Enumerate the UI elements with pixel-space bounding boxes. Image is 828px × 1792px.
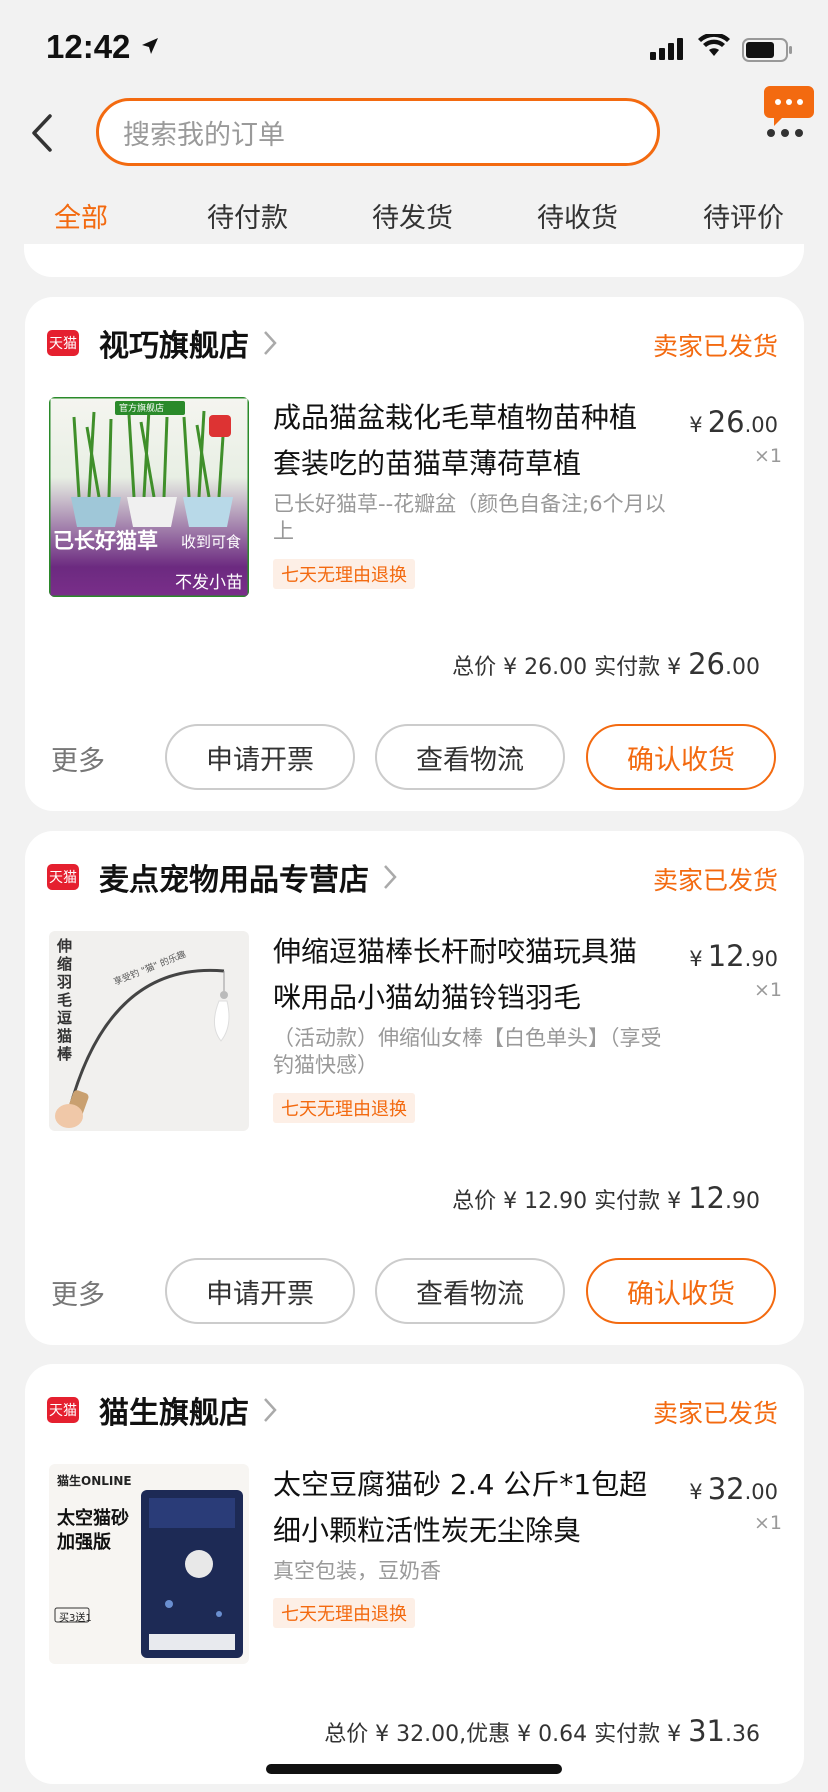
tab-pending-review[interactable]: 待评价 xyxy=(703,196,784,235)
cat-litter-bag-illustration xyxy=(54,1490,243,1658)
request-invoice-button[interactable]: 申请开票 xyxy=(165,1258,355,1324)
product-image[interactable]: 官方旗舰店 已长好猫草 收到可食 不发小苗 xyxy=(49,397,249,597)
view-logistics-button[interactable]: 查看物流 xyxy=(375,1258,565,1324)
confirm-receipt-button[interactable]: 确认收货 xyxy=(586,724,776,790)
product-quantity: ×1 xyxy=(753,979,782,1001)
cellular-signal-icon xyxy=(650,38,683,60)
view-logistics-button[interactable]: 查看物流 xyxy=(375,724,565,790)
product-price: ¥ 12.90 xyxy=(689,939,778,973)
wifi-icon xyxy=(698,34,730,56)
product-price: ¥ 32.00 xyxy=(689,1472,778,1506)
order-card: 天猫 视巧旗舰店 卖家已发货 官方旗舰店 已长好猫草 收到可食 不发小苗 成品猫… xyxy=(25,297,804,811)
tab-pending-shipment[interactable]: 待发货 xyxy=(372,196,453,235)
product-image[interactable]: 伸缩羽毛逗猫棒 享受钓 "猫" 的乐趣 xyxy=(49,931,249,1131)
thumb-sub-text: 收到可食 xyxy=(181,533,242,551)
previous-order-card-bottom xyxy=(24,244,804,277)
shop-link[interactable]: 天猫 猫生旗舰店 xyxy=(47,1390,277,1431)
tab-pending-payment[interactable]: 待付款 xyxy=(207,196,288,235)
tab-all[interactable]: 全部 xyxy=(54,196,108,235)
product-image[interactable]: 猫生ONLINE 太空猫砂 加强版 买3送1 xyxy=(49,1464,249,1664)
shop-name: 视巧旗舰店 xyxy=(99,329,249,364)
thumb-subtitle-text: 加强版 xyxy=(57,1532,111,1553)
product-spec: 真空包装，豆奶香 xyxy=(273,1559,441,1583)
cat-grass-illustration xyxy=(49,397,249,597)
location-arrow-icon xyxy=(142,38,158,54)
thumb-promo-text: 买3送1 xyxy=(59,1613,92,1624)
product-quantity: ×1 xyxy=(753,1512,782,1534)
return-policy-tag: 七天无理由退换 xyxy=(273,1598,415,1628)
more-dots-icon[interactable] xyxy=(766,128,804,138)
home-indicator[interactable] xyxy=(266,1764,562,1774)
order-status: 卖家已发货 xyxy=(652,332,778,361)
product-quantity: ×1 xyxy=(753,445,782,467)
thumb-brand-text: 猫生ONLINE xyxy=(57,1474,132,1488)
order-search-input[interactable]: 搜索我的订单 xyxy=(96,98,660,166)
thumb-title-text: 太空猫砂 xyxy=(57,1508,129,1529)
shop-link[interactable]: 天猫 麦点宠物用品专营店 xyxy=(47,857,397,898)
order-card: 天猫 麦点宠物用品专营店 卖家已发货 伸缩羽毛逗猫棒 享受钓 "猫" 的乐趣 伸… xyxy=(25,831,804,1345)
shop-link[interactable]: 天猫 视巧旗舰店 xyxy=(47,323,277,364)
product-spec: （活动款）伸缩仙女棒【白色单头】（享受钓猫快感） xyxy=(273,1026,662,1077)
message-bubble-icon[interactable] xyxy=(764,86,814,128)
shop-name: 麦点宠物用品专营店 xyxy=(99,863,369,898)
order-total: 总价 ¥ 12.90 实付款 ¥ 12.90 xyxy=(452,1181,760,1215)
product-title[interactable]: 伸缩逗猫棒长杆耐咬猫玩具猫咪用品小猫幼猫铃铛羽毛 xyxy=(273,929,663,1021)
tab-pending-receipt[interactable]: 待收货 xyxy=(537,196,618,235)
product-price: ¥ 26.00 xyxy=(689,405,778,439)
more-actions-link[interactable]: 更多 xyxy=(51,739,105,778)
return-policy-tag: 七天无理由退换 xyxy=(273,559,415,589)
order-status: 卖家已发货 xyxy=(652,1399,778,1428)
shop-name: 猫生旗舰店 xyxy=(99,1396,249,1431)
product-title[interactable]: 成品猫盆栽化毛草植物苗种植套装吃的苗猫草薄荷草植 xyxy=(273,395,663,487)
confirm-receipt-button[interactable]: 确认收货 xyxy=(586,1258,776,1324)
order-total: 总价 ¥ 26.00 实付款 ¥ 26.00 xyxy=(452,647,760,681)
back-arrow-icon[interactable] xyxy=(24,108,64,158)
product-spec: 已长好猫草--花瓣盆（颜色自备注;6个月以上 xyxy=(273,492,666,543)
chevron-right-icon xyxy=(264,331,277,355)
thumb-vertical-text: 伸缩羽毛逗猫棒 xyxy=(57,937,73,1063)
status-bar: 12:42 xyxy=(0,0,828,96)
status-time: 12:42 xyxy=(46,28,131,65)
more-actions-link[interactable]: 更多 xyxy=(51,1273,105,1312)
return-policy-tag: 七天无理由退换 xyxy=(273,1093,415,1123)
thumb-corner-text: 不发小苗 xyxy=(175,573,243,593)
thumb-banner-text: 官方旗舰店 xyxy=(119,404,165,414)
thumb-main-text: 已长好猫草 xyxy=(53,529,158,553)
battery-icon xyxy=(742,38,792,62)
search-placeholder: 搜索我的订单 xyxy=(123,119,285,151)
tmall-badge: 天猫 xyxy=(47,864,79,890)
chevron-right-icon xyxy=(384,865,397,889)
product-title[interactable]: 太空豆腐猫砂 2.4 公斤*1包超细小颗粒活性炭无尘除臭 xyxy=(273,1462,663,1554)
order-status: 卖家已发货 xyxy=(652,866,778,895)
request-invoice-button[interactable]: 申请开票 xyxy=(165,724,355,790)
order-total: 总价 ¥ 32.00,优惠 ¥ 0.64 实付款 ¥ 31.36 xyxy=(324,1714,760,1748)
tmall-badge: 天猫 xyxy=(47,330,79,356)
chevron-right-icon xyxy=(264,1398,277,1422)
tmall-badge: 天猫 xyxy=(47,1397,79,1423)
order-card: 天猫 猫生旗舰店 卖家已发货 猫生ONLINE 太空猫砂 加强版 买3送1 太空… xyxy=(25,1364,804,1784)
